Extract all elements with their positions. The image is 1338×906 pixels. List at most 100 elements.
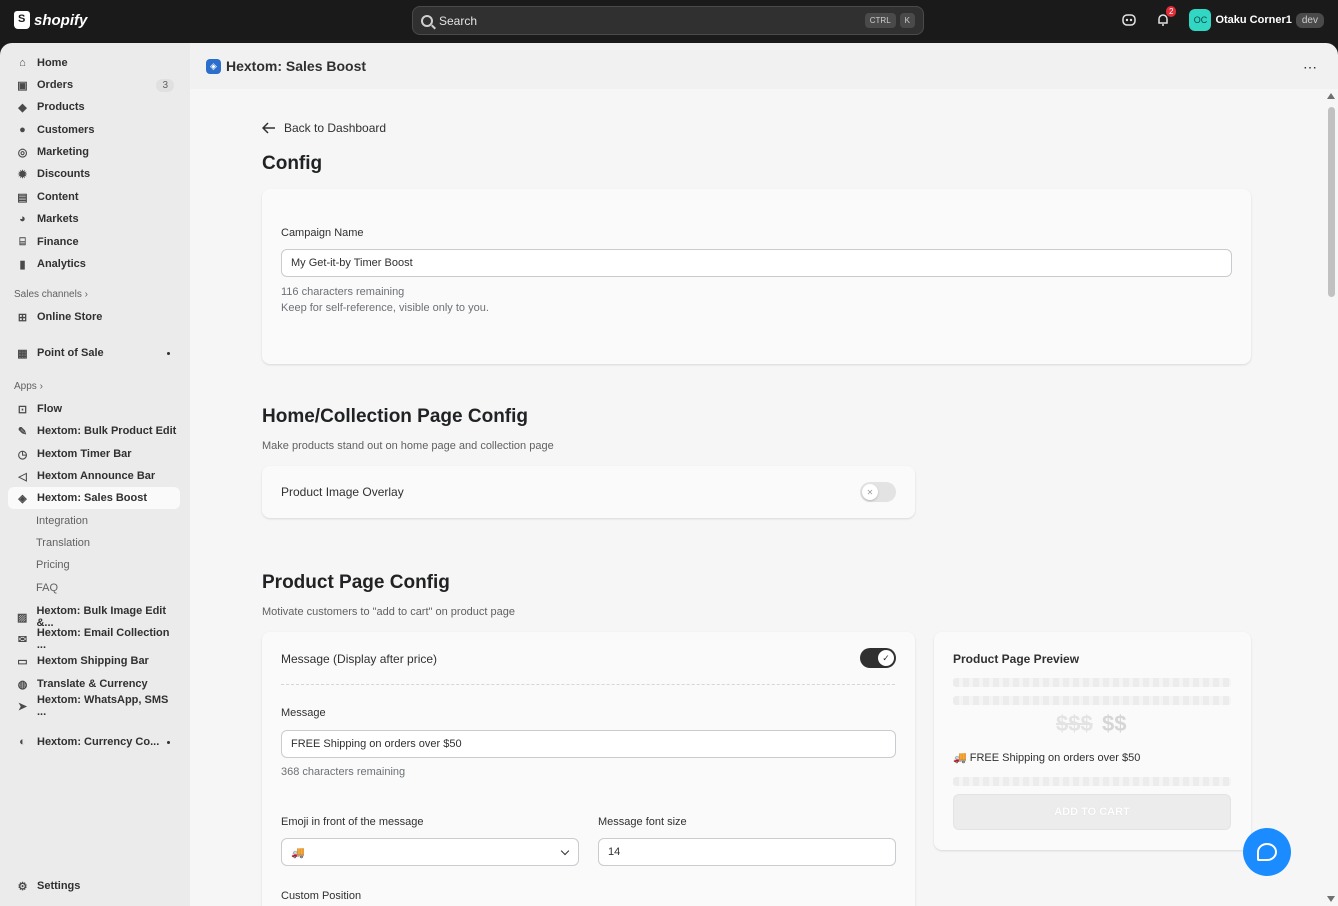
message-card: Message (Display after price) ✓ Message …	[262, 632, 915, 906]
chevron-down-icon	[560, 846, 570, 856]
sidebar-item-email-collection[interactable]: ✉ Hextom: Email Collection ...	[8, 627, 180, 651]
sidebar-item-orders[interactable]: ▣ Orders 3	[8, 74, 180, 96]
bell-icon[interactable]: 2	[1155, 6, 1177, 28]
sidebar-item-finance[interactable]: ⌸ Finance	[8, 231, 180, 253]
image-icon: ▨	[17, 611, 28, 624]
sidebar-item-products[interactable]: ◆ Products	[8, 96, 180, 118]
message-remaining-text: 368 characters remaining	[281, 766, 406, 778]
sidebar-item-label: Hextom: Bulk Product Edit	[37, 425, 177, 437]
gear-icon: ⚙	[17, 880, 28, 893]
store-name: Otaku Corner1	[1215, 14, 1292, 26]
font-size-input[interactable]: 14	[598, 838, 896, 866]
message-toggle-label: Message (Display after price)	[281, 652, 438, 666]
sidebar-item-label: Orders	[37, 79, 74, 91]
overlay-label: Product Image Overlay	[281, 485, 404, 499]
truck-icon: 🚚	[953, 752, 967, 764]
sidebar-subitem-pricing[interactable]: Pricing	[8, 554, 180, 576]
orders-count-badge: 3	[156, 78, 174, 92]
emoji-select[interactable]: 🚚	[281, 838, 579, 866]
search-placeholder: Search	[439, 13, 478, 28]
timer-icon: ◷	[17, 448, 28, 461]
overlay-card: Product Image Overlay ✕	[262, 466, 915, 518]
sidebar-item-content[interactable]: ▤ Content	[8, 186, 180, 208]
discount-icon: ✹	[17, 168, 28, 181]
sidebar-item-settings[interactable]: ⚙ Settings	[8, 875, 180, 897]
sidebar-item-point-of-sale[interactable]: ▦ Point of Sale	[8, 342, 180, 364]
scroll-thumb[interactable]	[1328, 107, 1335, 297]
sidebar-item-bulk-image-edit[interactable]: ▨ Hextom: Bulk Image Edit &...	[8, 605, 180, 629]
sidebar-item-markets[interactable]: ◕ Markets	[8, 208, 180, 230]
main-area: ◈ Hextom: Sales Boost ⋯ Back to Dashboar…	[190, 43, 1338, 906]
sidebar-subitem-integration[interactable]: Integration	[8, 510, 180, 532]
apps-heading[interactable]: Apps ›	[14, 381, 43, 392]
checkmark-icon: ✓	[878, 650, 894, 666]
shopify-bag-icon	[14, 11, 30, 29]
sidebar-item-label: Home	[37, 57, 68, 69]
search-bar[interactable]: Search CTRL K	[412, 6, 924, 35]
sales-channels-heading[interactable]: Sales channels ›	[14, 289, 88, 300]
currency-icon: ◐	[19, 736, 26, 748]
pin-dot	[167, 351, 170, 355]
home-collection-subtitle: Make products stand out on home page and…	[262, 440, 554, 452]
campaign-help-text: Keep for self-reference, visible only to…	[281, 302, 489, 314]
target-icon: ◎	[17, 146, 28, 159]
sidebar-item-currency-converter[interactable]: ◐ Hextom: Currency Co...	[8, 731, 180, 753]
brand-name: shopify	[34, 11, 88, 29]
sidebar-item-online-store[interactable]: ⊞ Online Store	[8, 306, 180, 328]
home-collection-title: Home/Collection Page Config	[262, 406, 529, 427]
emoji-value: 🚚	[291, 846, 305, 859]
campaign-card: Campaign Name My Get-it-by Timer Boost 1…	[262, 189, 1251, 364]
sidebar-item-label: Discounts	[37, 168, 91, 180]
sales-boost-logo-icon: ◈	[206, 58, 221, 74]
sidebar-item-timer-bar[interactable]: ◷ Hextom Timer Bar	[8, 443, 180, 465]
chat-button[interactable]	[1243, 828, 1291, 876]
campaign-name-input[interactable]: My Get-it-by Timer Boost	[281, 249, 1232, 277]
sidekick-icon[interactable]	[1121, 12, 1137, 28]
scrollbar[interactable]	[1324, 89, 1338, 906]
sidebar-item-label: Hextom: Currency Co...	[37, 736, 160, 748]
scroll-up-arrow-icon[interactable]	[1327, 93, 1335, 99]
sidebar-item-marketing[interactable]: ◎ Marketing	[8, 141, 180, 163]
sidebar-item-flow[interactable]: ⊡ Flow	[8, 398, 180, 420]
sidebar-item-whatsapp-sms[interactable]: ➤ Hextom: WhatsApp, SMS ...	[8, 694, 180, 718]
envelope-icon: ✉	[17, 633, 28, 646]
message-toggle[interactable]: ✓	[860, 648, 896, 668]
more-actions-icon[interactable]: ⋯	[1303, 59, 1318, 76]
globe-icon: ◕	[19, 213, 26, 225]
overlay-toggle[interactable]: ✕	[860, 482, 896, 502]
app-header: ◈ Hextom: Sales Boost ⋯	[190, 43, 1338, 89]
sidebar-item-label: FAQ	[36, 582, 59, 594]
message-input[interactable]: FREE Shipping on orders over $50	[281, 730, 896, 758]
sidebar-item-label: Hextom: WhatsApp, SMS ...	[36, 694, 169, 718]
sidebar-item-analytics[interactable]: ▮ Analytics	[8, 253, 180, 275]
sidebar-item-label: Hextom: Sales Boost	[37, 492, 148, 504]
sidebar-item-translate-currency[interactable]: ◍ Translate & Currency	[8, 673, 180, 695]
skeleton-line	[953, 678, 1231, 687]
preview-message-text: FREE Shipping on orders over $50	[969, 752, 1141, 764]
sidebar-subitem-faq[interactable]: FAQ	[8, 577, 180, 599]
product-page-title: Product Page Config	[262, 572, 450, 593]
back-to-dashboard-link[interactable]: Back to Dashboard	[262, 121, 386, 135]
sidebar-item-discounts[interactable]: ✹ Discounts	[8, 163, 180, 185]
bank-icon: ⌸	[19, 235, 26, 248]
shopify-logo[interactable]: shopify	[14, 11, 87, 29]
sidebar-item-bulk-product-edit[interactable]: ✎ Hextom: Bulk Product Edit	[8, 420, 180, 442]
arrow-left-icon	[262, 122, 275, 134]
scroll-down-arrow-icon[interactable]	[1327, 896, 1335, 902]
sidebar-item-sales-boost[interactable]: ◈ Hextom: Sales Boost	[8, 487, 180, 509]
sidebar-item-customers[interactable]: ● Customers	[8, 119, 180, 141]
message-value: FREE Shipping on orders over $50	[291, 738, 462, 750]
sidebar-item-label: Analytics	[37, 258, 86, 270]
sidebar-item-label: Hextom Shipping Bar	[37, 655, 149, 667]
app-icon: ✎	[17, 425, 28, 438]
truck-icon: ▭	[17, 655, 28, 668]
skeleton-line	[953, 777, 1231, 786]
store-icon: ⊞	[17, 311, 28, 324]
app-title: Hextom: Sales Boost	[226, 58, 367, 74]
send-icon: ➤	[17, 700, 28, 713]
sidebar-item-announce-bar[interactable]: ◁ Hextom Announce Bar	[8, 465, 180, 487]
sidebar-item-shipping-bar[interactable]: ▭ Hextom Shipping Bar	[8, 650, 180, 672]
sidebar-subitem-translation[interactable]: Translation	[8, 532, 180, 554]
store-switcher[interactable]: OC Otaku Corner1 dev	[1189, 9, 1324, 31]
sidebar-item-home[interactable]: ⌂ Home	[8, 52, 180, 74]
